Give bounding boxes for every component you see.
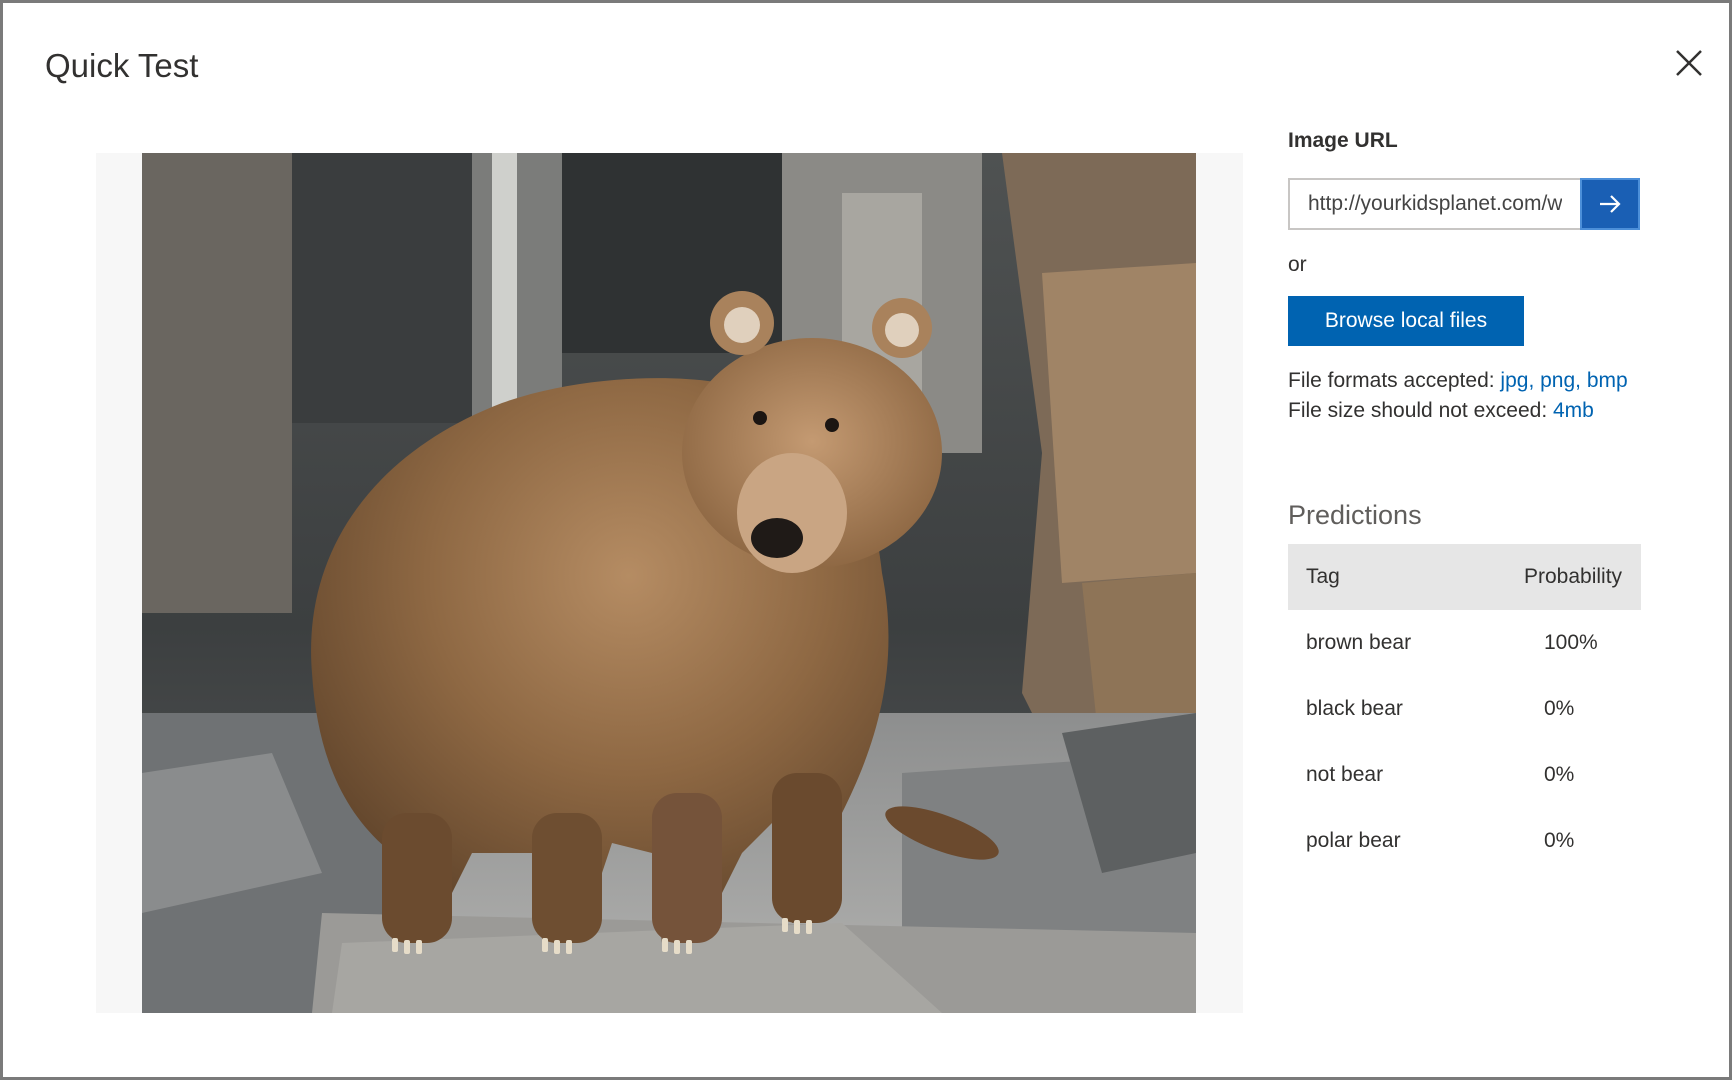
prediction-tag: not bear (1306, 763, 1384, 786)
column-header-tag: Tag (1306, 565, 1340, 588)
file-formats-value: jpg, png, bmp (1500, 369, 1628, 392)
dialog-title: Quick Test (45, 47, 199, 84)
prediction-tag: brown bear (1306, 631, 1412, 654)
image-url-group (1288, 178, 1640, 230)
prediction-tag: polar bear (1306, 829, 1401, 852)
image-url-input[interactable] (1288, 178, 1580, 230)
predictions-table-header: Tag Probability (1288, 544, 1641, 610)
image-preview-frame (96, 153, 1243, 1013)
table-row: polar bear 0% (1288, 808, 1641, 874)
file-formats-label: File formats accepted: (1288, 369, 1501, 392)
table-row: black bear 0% (1288, 676, 1641, 742)
file-size-value: 4mb (1552, 399, 1594, 422)
close-button[interactable] (1669, 43, 1709, 83)
prediction-probability: 0% (1544, 697, 1575, 720)
prediction-tag: black bear (1306, 697, 1403, 720)
close-icon (1676, 50, 1702, 76)
prediction-probability: 100% (1544, 631, 1598, 654)
prediction-probability: 0% (1544, 829, 1575, 852)
browse-local-files-button[interactable]: Browse local files (1288, 296, 1524, 346)
image-url-label: Image URL (1288, 129, 1398, 152)
table-row: brown bear 100% (1288, 610, 1641, 676)
submit-url-button[interactable] (1580, 178, 1640, 230)
test-image (142, 153, 1196, 1013)
brown-bear-photo (142, 153, 1196, 1013)
predictions-heading: Predictions (1288, 500, 1422, 530)
file-formats-info: File formats accepted: jpg, png, bmp (1288, 369, 1628, 393)
or-separator: or (1288, 253, 1307, 276)
table-row: not bear 0% (1288, 742, 1641, 808)
prediction-probability: 0% (1544, 763, 1575, 786)
file-size-label: File size should not exceed: (1288, 399, 1553, 422)
file-size-info: File size should not exceed: 4mb (1288, 399, 1594, 423)
predictions-table: Tag Probability brown bear 100% black be… (1288, 544, 1641, 874)
column-header-probability: Probability (1524, 565, 1623, 588)
quick-test-dialog: Quick Test Image URL http://yourkidsplan… (0, 0, 1732, 1080)
arrow-right-icon (1600, 195, 1621, 213)
